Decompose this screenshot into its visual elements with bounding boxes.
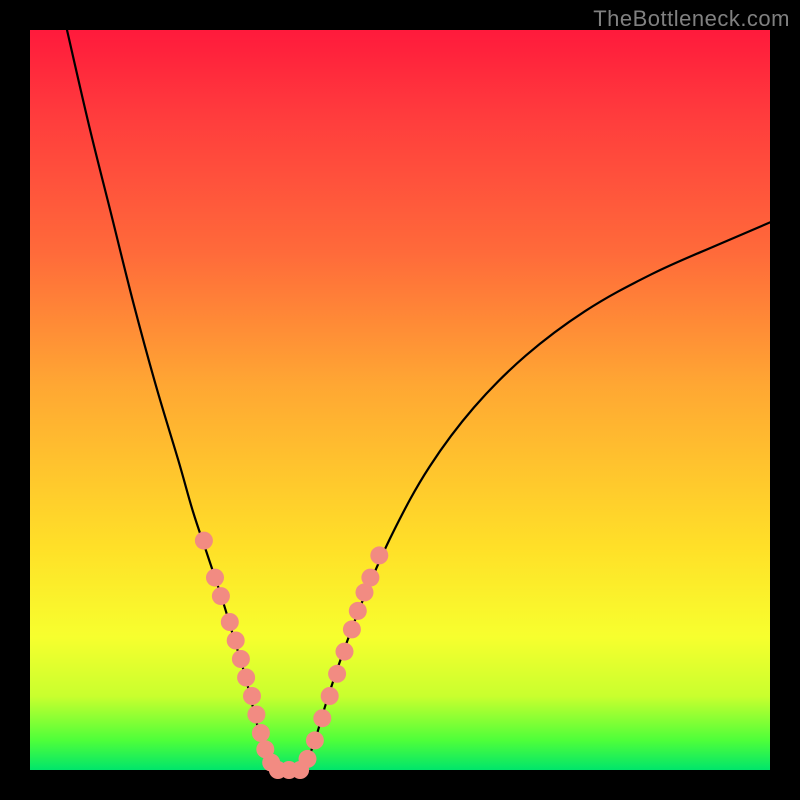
highlight-dot [328,665,346,683]
highlight-dot [321,687,339,705]
highlight-dot [349,602,367,620]
highlight-dot [247,706,265,724]
highlight-dot [237,669,255,687]
highlight-dot [227,632,245,650]
highlight-dot [212,587,230,605]
highlight-dot [232,650,250,668]
highlight-dot [306,731,324,749]
highlight-dot [252,724,270,742]
watermark-text: TheBottleneck.com [593,6,790,32]
highlight-dot [313,709,331,727]
highlight-dot [243,687,261,705]
chart-stage: TheBottleneck.com [0,0,800,800]
curve-right-branch [304,222,770,770]
highlight-dot [206,569,224,587]
highlight-dot [343,620,361,638]
curve-layer [30,30,770,770]
plot-area [30,30,770,770]
highlight-dots-group [195,532,388,779]
highlight-dot [361,569,379,587]
highlight-dot [221,613,239,631]
highlight-dot [370,546,388,564]
highlight-dot [299,750,317,768]
highlight-dot [195,532,213,550]
highlight-dot [336,643,354,661]
